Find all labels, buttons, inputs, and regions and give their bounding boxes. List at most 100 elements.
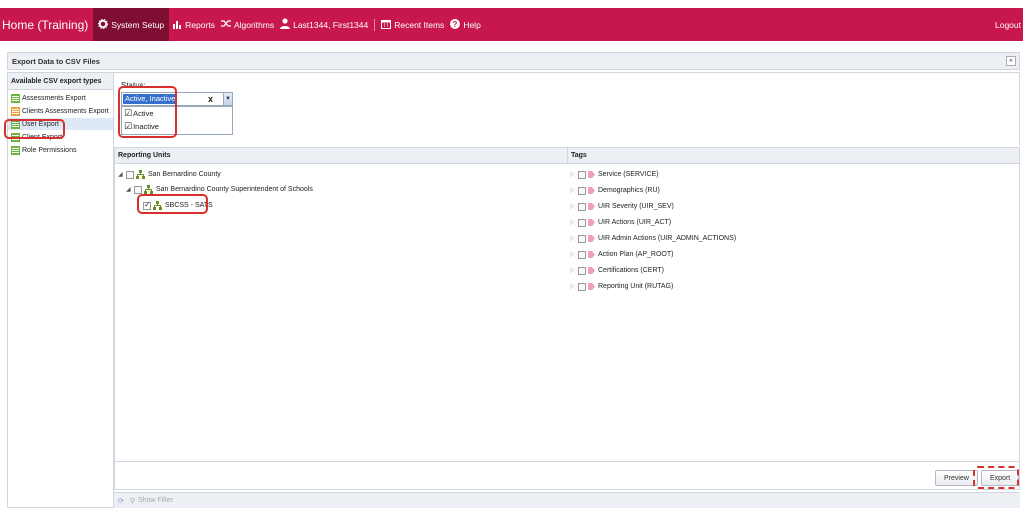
help-icon: ? [450, 18, 461, 31]
tag-icon [588, 203, 595, 210]
tag-label: UIR Actions (UIR_ACT) [598, 219, 672, 226]
nav-reports[interactable]: Reports [169, 8, 218, 41]
preview-button[interactable]: Preview [935, 470, 978, 486]
home-link[interactable]: Home (Training) [0, 8, 93, 41]
tag-label: Action Plan (AP_ROOT) [598, 251, 674, 258]
tag-item[interactable]: ▷ Service (SERVICE) [570, 169, 659, 180]
csv-file-icon [11, 145, 20, 155]
expand-triangle-icon[interactable]: ◢ [126, 186, 134, 193]
tree-node-label: San Bernardino County Superintendent of … [156, 186, 313, 193]
expand-triangle-icon[interactable]: ▷ [570, 251, 578, 258]
export-type-assessments[interactable]: Assessments Export [8, 92, 113, 104]
nav-algorithms[interactable]: Algorithms [218, 8, 277, 41]
checkbox[interactable] [578, 234, 586, 243]
tag-label: Service (SERVICE) [598, 171, 659, 178]
tags-header: Tags [568, 148, 1019, 164]
nav-recent-items[interactable]: Recent Items [378, 8, 447, 41]
expand-triangle-icon[interactable]: ◢ [118, 171, 126, 178]
expand-triangle-icon[interactable]: ▷ [570, 283, 578, 290]
page-title: Export Data to CSV Files [12, 56, 100, 66]
tag-item[interactable]: ▷ Action Plan (AP_ROOT) [570, 249, 673, 260]
tag-icon [588, 267, 595, 274]
tag-item[interactable]: ▷ UIR Admin Actions (UIR_ADMIN_ACTIONS) [570, 233, 736, 244]
checkbox[interactable] [578, 250, 586, 259]
tag-icon [588, 251, 595, 258]
nav-system-setup-label: System Setup [111, 19, 165, 30]
highlight-sbcss-sats [137, 194, 208, 214]
units-tags-grid: Reporting Units Tags ◢ San Bernardino Co… [114, 147, 1020, 462]
nav-recent-items-label: Recent Items [394, 19, 445, 30]
logout-link[interactable]: Logout [992, 8, 1023, 41]
nav-help-label: Help [463, 19, 481, 30]
expand-triangle-icon[interactable]: ▷ [570, 219, 578, 226]
expand-triangle-icon[interactable]: ▷ [570, 235, 578, 242]
refresh-icon[interactable]: ⟳ [118, 497, 124, 505]
csv-file-icon [11, 93, 20, 103]
export-type-label: Role Permissions [22, 146, 77, 154]
tag-label: Reporting Unit (RUTAG) [598, 283, 674, 290]
nav-divider [374, 18, 376, 31]
org-tree-icon [136, 170, 145, 179]
checkbox[interactable] [578, 266, 586, 275]
checkbox[interactable] [578, 186, 586, 195]
chevron-down-icon[interactable]: ▼ [223, 92, 233, 106]
tag-item[interactable]: ▷ Reporting Unit (RUTAG) [570, 281, 673, 292]
nav-user[interactable]: Last1344, First1344 [277, 8, 371, 41]
expand-triangle-icon[interactable]: ▷ [570, 187, 578, 194]
user-icon [280, 18, 291, 31]
export-type-clients-assessments[interactable]: Clients Assessments Export [8, 105, 113, 117]
action-bar: Preview Export [114, 462, 1020, 490]
tree-node-label: San Bernardino County [148, 171, 221, 178]
export-type-role-permissions[interactable]: Role Permissions [8, 144, 113, 156]
highlight-export [973, 466, 1019, 489]
export-types-title: Available CSV export types [8, 73, 113, 90]
org-tree-icon [144, 185, 153, 194]
tag-label: UIR Severity (UIR_SEV) [598, 203, 674, 210]
tree-node-county[interactable]: ◢ San Bernardino County [118, 169, 221, 180]
gear-icon [98, 18, 109, 31]
export-type-label: Clients Assessments Export [22, 107, 109, 115]
nav-user-label: Last1344, First1344 [293, 19, 369, 30]
tag-icon [588, 187, 595, 194]
bar-chart-icon [172, 19, 182, 31]
nav-system-setup[interactable]: System Setup [93, 8, 170, 41]
csv-file-icon [11, 106, 20, 116]
status-filter-area: Status: Active, Inactive x ▼ ☑ Active ☑ … [114, 72, 1020, 145]
nav-help[interactable]: ? Help [447, 8, 483, 41]
checkbox[interactable] [134, 185, 142, 194]
highlight-user-export [4, 119, 65, 139]
export-type-label: Assessments Export [22, 94, 86, 102]
reporting-units-header: Reporting Units [115, 148, 567, 164]
filter-toolbar: ⟳ ⚲ Show Filter [114, 492, 1020, 508]
collapse-icon[interactable]: « [1006, 56, 1016, 66]
tag-item[interactable]: ▷ Certifications (CERT) [570, 265, 664, 276]
expand-triangle-icon[interactable]: ▷ [570, 171, 578, 178]
page-title-bar: Export Data to CSV Files « [7, 52, 1020, 70]
highlight-status [118, 86, 177, 138]
checkbox[interactable] [578, 218, 586, 227]
show-filter-link[interactable]: Show Filter [138, 497, 173, 504]
expand-triangle-icon[interactable]: ▷ [570, 203, 578, 210]
tag-icon [588, 283, 595, 290]
checkbox[interactable] [578, 170, 586, 179]
tag-item[interactable]: ▷ UIR Severity (UIR_SEV) [570, 201, 674, 212]
nav-algorithms-label: Algorithms [233, 19, 275, 30]
tag-item[interactable]: ▷ Demographics (RU) [570, 185, 660, 196]
checkbox[interactable] [578, 282, 586, 291]
clear-icon[interactable]: x [208, 93, 213, 105]
svg-text:?: ? [453, 20, 458, 29]
top-nav-bar: Home (Training) System Setup Reports Alg… [0, 8, 1023, 41]
tag-label: Certifications (CERT) [598, 267, 664, 274]
tag-icon [588, 219, 595, 226]
filter-icon[interactable]: ⚲ [130, 497, 135, 505]
tag-label: UIR Admin Actions (UIR_ADMIN_ACTIONS) [598, 235, 737, 242]
checkbox[interactable] [126, 170, 134, 179]
checkbox[interactable] [578, 202, 586, 211]
calendar-icon [381, 19, 392, 31]
tag-label: Demographics (RU) [598, 187, 660, 194]
tag-icon [588, 235, 595, 242]
expand-triangle-icon[interactable]: ▷ [570, 267, 578, 274]
tag-icon [588, 171, 595, 178]
tag-item[interactable]: ▷ UIR Actions (UIR_ACT) [570, 217, 671, 228]
nav-reports-label: Reports [185, 19, 215, 30]
